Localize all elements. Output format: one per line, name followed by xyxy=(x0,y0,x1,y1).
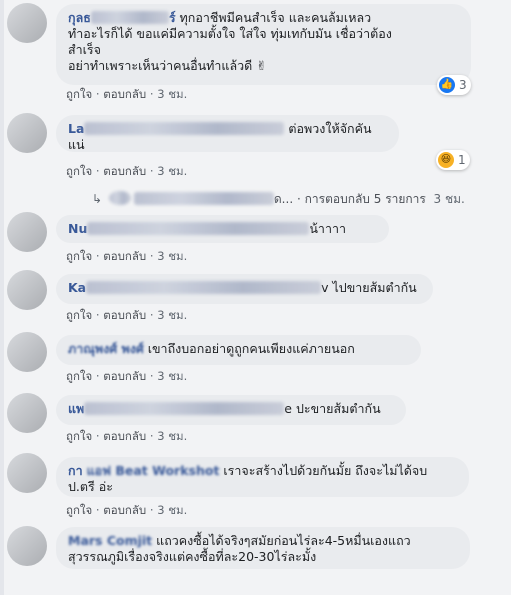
like-link[interactable]: ถูกใจ xyxy=(66,86,92,104)
comment-bubble: กา แอฟ Beat Workshot เราจะสร้างไปด้วยกัน… xyxy=(56,457,469,497)
commenter-name[interactable]: ภาณุพงศ์ พงศ์ xyxy=(68,341,144,356)
name-redaction xyxy=(90,11,169,24)
timestamp[interactable]: 3 ชม. xyxy=(157,307,187,325)
like-link[interactable]: ถูกใจ xyxy=(66,428,92,446)
reply-avatar-redaction xyxy=(108,191,131,205)
reaction-count-badge[interactable]: 👍 3 xyxy=(437,75,471,95)
comment-actions: ถูกใจ · ตอบกลับ · 3 ชม. xyxy=(66,428,187,446)
comment-actions: ถูกใจ · ตอบกลับ · 3 ชม. xyxy=(66,368,187,386)
avatar[interactable] xyxy=(7,212,47,252)
avatar[interactable] xyxy=(7,393,47,433)
avatar[interactable] xyxy=(7,3,47,43)
comment-text: สำเร็จ xyxy=(68,42,101,57)
left-edge-strip xyxy=(0,0,4,595)
reaction-count: 1 xyxy=(458,153,466,167)
timestamp[interactable]: 3 ชม. xyxy=(157,368,187,386)
avatar[interactable] xyxy=(7,332,47,372)
comment-actions: ถูกใจ · ตอบกลับ · 3 ชม. xyxy=(66,307,187,325)
avatar[interactable] xyxy=(7,526,47,566)
comment-actions: ถูกใจ · ตอบกลับ · 3 ชม. xyxy=(66,86,187,104)
commenter-name-redacted[interactable]: แอฟ Beat Workshot xyxy=(87,463,220,478)
name-redaction xyxy=(84,122,285,135)
comment-text: ทำอะไรก็ได้ ขอแค่มีความตั้งใจ ใส่ใจ ทุ่ม… xyxy=(68,26,392,41)
comment-text: e ปะขายส้มตำกัน xyxy=(284,401,381,416)
like-link[interactable]: ถูกใจ xyxy=(66,307,92,325)
comment-text: แน่ xyxy=(68,137,85,152)
comment-text: น้าาาา xyxy=(309,221,346,236)
reaction-count: 3 xyxy=(459,78,467,92)
name-redaction xyxy=(86,281,322,294)
comment-text: v ไปขายส้มตำกัน xyxy=(321,280,417,295)
commenter-name[interactable]: La xyxy=(68,121,84,136)
replies-label[interactable]: การตอบกลับ 5 รายการ xyxy=(305,192,426,206)
commenter-name[interactable]: Ka xyxy=(68,280,86,295)
comment-bubble: กุลธ ร์ ทุกอาชีพมีคนสำเร็จ และคนล้มเหลว ท… xyxy=(56,4,471,85)
comment-text: ทุกอาชีพมีคนสำเร็จ และคนล้มเหลว xyxy=(175,10,372,25)
like-link[interactable]: ถูกใจ xyxy=(66,248,92,266)
timestamp[interactable]: 3 ชม. xyxy=(157,428,187,446)
like-link[interactable]: ถูกใจ xyxy=(66,502,92,520)
haha-reaction-icon: 😆 xyxy=(438,152,454,168)
comment-bubble: ภาณุพงศ์ พงศ์ เขาถึงบอกอย่าดูถูกคนเพียงแ… xyxy=(56,335,421,365)
comment-text: ป.ตรี อ่ะ xyxy=(68,479,113,494)
timestamp[interactable]: 3 ชม. xyxy=(157,163,187,181)
name-redaction xyxy=(84,402,285,415)
comment-text: สุวรรณภูมิเรื่องจริงแต่คงซื้อที่ละ20-30ไ… xyxy=(68,549,317,564)
name-redaction xyxy=(87,222,310,235)
reply-name-redaction xyxy=(133,192,274,205)
reply-name-tail: ด... xyxy=(273,192,294,206)
reply-link[interactable]: ตอบกลับ xyxy=(103,86,146,104)
reply-link[interactable]: ตอบกลับ xyxy=(103,502,146,520)
commenter-name[interactable]: Nu xyxy=(68,221,87,236)
comment-text: ต่อพวงให้จักคัน xyxy=(284,121,372,136)
comment-bubble: Mars Comjit แถวคงซื้อได้จริงๆสมัยก่อนไร่… xyxy=(56,527,470,569)
comment-actions: ถูกใจ · ตอบกลับ · 3 ชม. xyxy=(66,502,187,520)
commenter-name[interactable]: กุลธ xyxy=(68,10,91,25)
like-reaction-icon: 👍 xyxy=(439,77,455,93)
like-link[interactable]: ถูกใจ xyxy=(66,368,92,386)
comment-bubble: La ต่อพวงให้จักคัน แน่ xyxy=(56,115,399,152)
timestamp[interactable]: 3 ชม. xyxy=(157,248,187,266)
view-replies-link[interactable]: ↳ ด... · การตอบกลับ 5 รายการ 3 ชม. xyxy=(92,190,465,209)
commenter-name[interactable]: Mars Comjit xyxy=(68,533,152,548)
commenter-name[interactable]: แพ xyxy=(68,401,84,416)
comment-bubble: Nu น้าาาา xyxy=(56,215,389,243)
comment-text: แถวคงซื้อได้จริงๆสมัยก่อนไร่ละ4-5หมื่นเอ… xyxy=(152,533,411,548)
comment-actions: ถูกใจ · ตอบกลับ · 3 ชม. xyxy=(66,163,187,181)
comment-bubble: แพ e ปะขายส้มตำกัน xyxy=(56,395,406,425)
avatar[interactable] xyxy=(7,113,47,153)
timestamp[interactable]: 3 ชม. xyxy=(434,192,465,206)
reply-link[interactable]: ตอบกลับ xyxy=(103,368,146,386)
reply-link[interactable]: ตอบกลับ xyxy=(103,248,146,266)
timestamp[interactable]: 3 ชม. xyxy=(157,86,187,104)
reply-arrow-icon: ↳ xyxy=(92,192,103,206)
comment-text: เขาถึงบอกอย่าดูถูกคนเพียงแค่ภายนอก xyxy=(143,341,355,356)
reaction-count-badge[interactable]: 😆 1 xyxy=(436,150,470,170)
comment-text: เราจะสร้างไปด้วยกันมั้ย ถึงจะไม่ได้จบ xyxy=(219,463,428,478)
like-link[interactable]: ถูกใจ xyxy=(66,163,92,181)
reply-link[interactable]: ตอบกลับ xyxy=(103,163,146,181)
comment-bubble: Ka v ไปขายส้มตำกัน xyxy=(56,274,433,304)
comment-text: อย่าทำเพราะเห็นว่าคนอื่นทำแล้วดี ✌ xyxy=(68,58,267,73)
comment-actions: ถูกใจ · ตอบกลับ · 3 ชม. xyxy=(66,248,187,266)
commenter-name-tail[interactable]: ร์ xyxy=(169,10,176,25)
avatar[interactable] xyxy=(7,270,47,310)
separator: · xyxy=(296,192,301,206)
commenter-name[interactable]: กา xyxy=(68,463,83,478)
avatar[interactable] xyxy=(7,453,47,493)
reply-link[interactable]: ตอบกลับ xyxy=(103,307,146,325)
reply-link[interactable]: ตอบกลับ xyxy=(103,428,146,446)
timestamp[interactable]: 3 ชม. xyxy=(157,502,187,520)
